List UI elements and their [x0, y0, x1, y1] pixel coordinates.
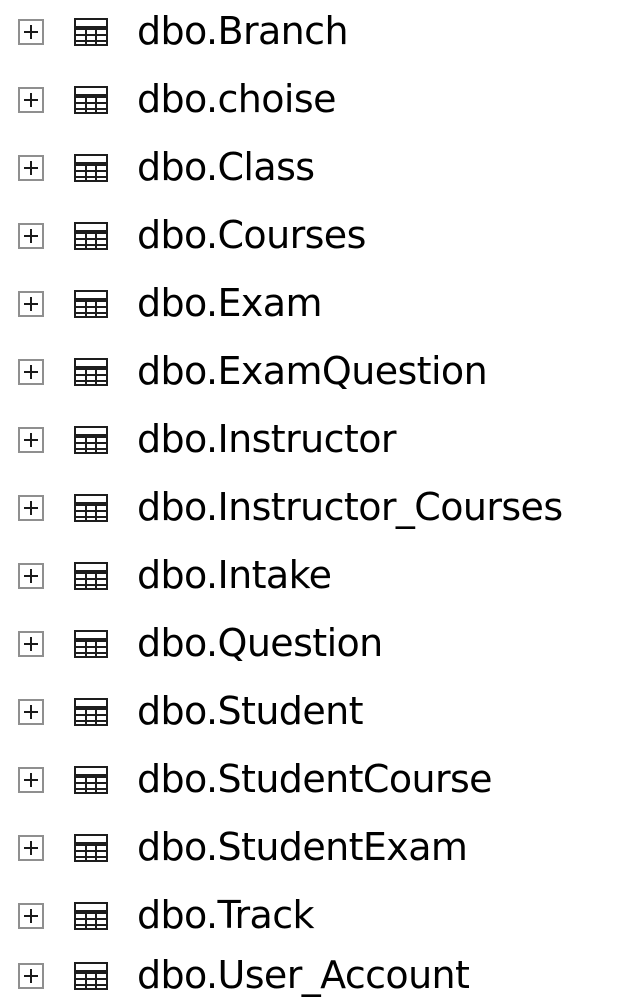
table-icon	[74, 154, 108, 182]
tree-item-label: dbo.Courses	[137, 213, 366, 257]
tree-item-dbo-courses[interactable]: dbo.Courses	[0, 207, 626, 267]
expand-icon[interactable]	[18, 631, 44, 657]
tree-item-label: dbo.choise	[137, 77, 336, 121]
expand-icon[interactable]	[18, 767, 44, 793]
expand-icon[interactable]	[18, 963, 44, 989]
tree-item-dbo-studentcourse[interactable]: dbo.StudentCourse	[0, 751, 626, 811]
tree-item-label: dbo.ExamQuestion	[137, 349, 488, 393]
table-icon	[74, 902, 108, 930]
expand-icon[interactable]	[18, 835, 44, 861]
expand-icon[interactable]	[18, 359, 44, 385]
tree-item-dbo-branch[interactable]: dbo.Branch	[0, 3, 626, 63]
table-icon	[74, 562, 108, 590]
expand-icon[interactable]	[18, 903, 44, 929]
tree-item-label: dbo.StudentCourse	[137, 757, 493, 801]
tree-item-label: dbo.Class	[137, 145, 315, 189]
expand-icon[interactable]	[18, 699, 44, 725]
table-icon	[74, 698, 108, 726]
table-icon	[74, 426, 108, 454]
tree-item-dbo-exam[interactable]: dbo.Exam	[0, 275, 626, 335]
tree-item-label: dbo.Exam	[137, 281, 323, 325]
table-icon	[74, 834, 108, 862]
tree-item-label: dbo.Instructor_Courses	[137, 485, 563, 529]
tree-item-dbo-studentexam[interactable]: dbo.StudentExam	[0, 819, 626, 879]
expand-icon[interactable]	[18, 155, 44, 181]
expand-icon[interactable]	[18, 291, 44, 317]
tree-item-dbo-student[interactable]: dbo.Student	[0, 683, 626, 743]
expand-icon[interactable]	[18, 223, 44, 249]
tree-item-dbo-question[interactable]: dbo.Question	[0, 615, 626, 675]
tree-item-label: dbo.User_Account	[137, 953, 470, 997]
table-icon	[74, 290, 108, 318]
tree-item-label: dbo.Question	[137, 621, 383, 665]
expand-icon[interactable]	[18, 495, 44, 521]
table-icon	[74, 494, 108, 522]
tree-item-label: dbo.Student	[137, 689, 363, 733]
tree-item-dbo-class[interactable]: dbo.Class	[0, 139, 626, 199]
tree-item-dbo-track[interactable]: dbo.Track	[0, 887, 626, 947]
table-icon	[74, 18, 108, 46]
tree-item-dbo-user-account[interactable]: dbo.User_Account	[0, 947, 626, 1007]
table-icon	[74, 358, 108, 386]
tree-item-label: dbo.Track	[137, 893, 315, 937]
expand-icon[interactable]	[18, 87, 44, 113]
expand-icon[interactable]	[18, 427, 44, 453]
tree-item-label: dbo.StudentExam	[137, 825, 468, 869]
object-explorer-tree: dbo.Branch dbo.choise dbo.Class dbo.Cour…	[0, 0, 626, 1007]
expand-icon[interactable]	[18, 563, 44, 589]
tree-item-label: dbo.Intake	[137, 553, 332, 597]
tree-item-dbo-instructor-courses[interactable]: dbo.Instructor_Courses	[0, 479, 626, 539]
table-icon	[74, 630, 108, 658]
table-icon	[74, 222, 108, 250]
table-icon	[74, 86, 108, 114]
tree-item-label: dbo.Branch	[137, 9, 349, 53]
table-icon	[74, 766, 108, 794]
table-icon	[74, 962, 108, 990]
expand-icon[interactable]	[18, 19, 44, 45]
tree-item-dbo-choise[interactable]: dbo.choise	[0, 71, 626, 131]
tree-item-dbo-examquestion[interactable]: dbo.ExamQuestion	[0, 343, 626, 403]
tree-item-dbo-intake[interactable]: dbo.Intake	[0, 547, 626, 607]
tree-item-label: dbo.Instructor	[137, 417, 396, 461]
tree-item-dbo-instructor[interactable]: dbo.Instructor	[0, 411, 626, 471]
